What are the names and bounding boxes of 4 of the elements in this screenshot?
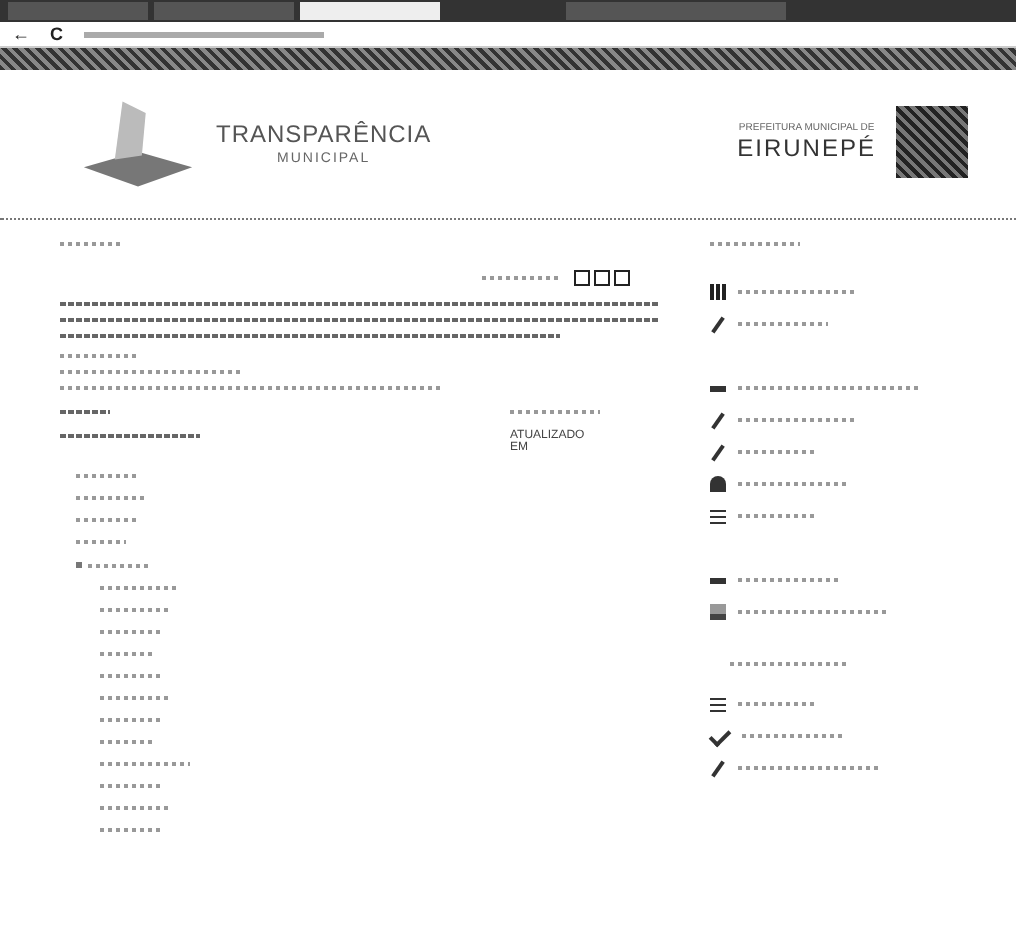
city-name: EIRUNEPÉ xyxy=(737,134,876,162)
reload-button[interactable]: C xyxy=(50,24,63,44)
back-button[interactable]: ← xyxy=(12,24,30,44)
site-title: TRANSPARÊNCIA xyxy=(216,119,432,147)
